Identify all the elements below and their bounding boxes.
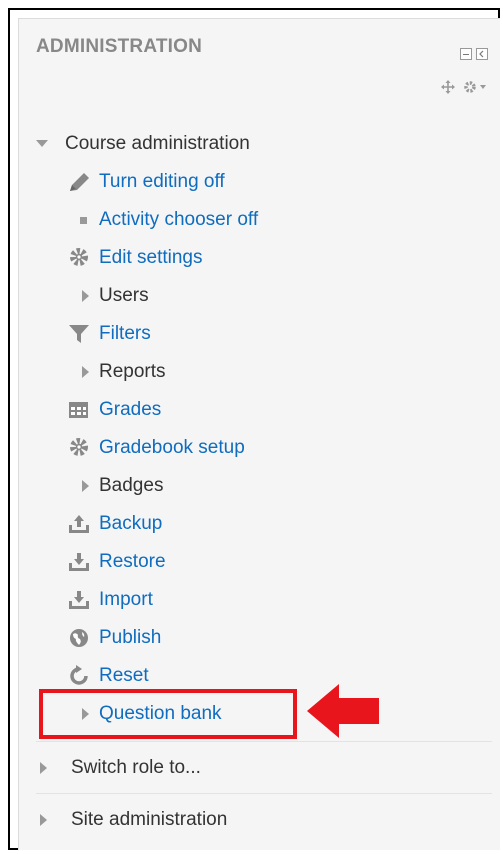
users-node[interactable]: Users bbox=[67, 283, 149, 309]
reset-link[interactable]: Reset bbox=[67, 663, 149, 689]
item-label: Publish bbox=[99, 627, 162, 648]
collapse-icon bbox=[36, 133, 52, 155]
course-admin-node[interactable]: Course administration bbox=[36, 131, 250, 157]
dock-block-icon[interactable] bbox=[476, 48, 488, 60]
reports-node[interactable]: Reports bbox=[67, 359, 166, 385]
item-label: Grades bbox=[99, 399, 162, 420]
gradebook-setup-link[interactable]: Gradebook setup bbox=[67, 435, 245, 461]
item-label: Badges bbox=[99, 475, 164, 496]
reset-icon bbox=[67, 665, 93, 687]
settings-menu-icon[interactable] bbox=[463, 80, 487, 99]
move-icon[interactable] bbox=[441, 80, 455, 99]
expand-icon bbox=[36, 757, 56, 779]
site-admin-node[interactable]: Site administration bbox=[36, 807, 227, 833]
divider bbox=[36, 793, 492, 794]
download-icon bbox=[67, 589, 93, 611]
badges-node[interactable]: Badges bbox=[67, 473, 163, 499]
table-icon bbox=[67, 399, 93, 421]
expand-icon bbox=[67, 361, 93, 383]
item-label: Import bbox=[99, 589, 153, 610]
course-admin-label: Course administration bbox=[65, 133, 250, 154]
download-icon bbox=[67, 551, 93, 573]
item-label: Reports bbox=[99, 361, 166, 382]
filters-link[interactable]: Filters bbox=[67, 321, 151, 347]
gear-icon bbox=[67, 437, 93, 459]
block-title: ADMINISTRATION bbox=[36, 36, 203, 57]
switch-role-label: Switch role to... bbox=[71, 757, 201, 778]
expand-icon bbox=[67, 475, 93, 497]
block-controls bbox=[460, 48, 488, 60]
switch-role-node[interactable]: Switch role to... bbox=[36, 755, 201, 781]
item-label: Edit settings bbox=[99, 247, 203, 268]
publish-link[interactable]: Publish bbox=[67, 625, 161, 651]
item-label: Activity chooser off bbox=[99, 209, 259, 230]
hide-block-icon[interactable] bbox=[460, 48, 472, 60]
restore-link[interactable]: Restore bbox=[67, 549, 166, 575]
highlight-box bbox=[39, 689, 297, 739]
site-admin-label: Site administration bbox=[71, 809, 228, 830]
divider bbox=[36, 741, 492, 742]
item-label: Gradebook setup bbox=[99, 437, 245, 458]
expand-icon bbox=[67, 285, 93, 307]
import-link[interactable]: Import bbox=[67, 587, 153, 613]
turn-editing-off-link[interactable]: Turn editing off bbox=[67, 169, 225, 195]
activity-chooser-link[interactable]: Activity chooser off bbox=[67, 207, 258, 233]
item-label: Users bbox=[99, 285, 149, 306]
item-label: Turn editing off bbox=[99, 171, 225, 192]
upload-icon bbox=[67, 513, 93, 535]
bullet-icon bbox=[67, 209, 93, 231]
backup-link[interactable]: Backup bbox=[67, 511, 162, 537]
edit-settings-link[interactable]: Edit settings bbox=[67, 245, 203, 271]
item-label: Reset bbox=[99, 665, 149, 686]
item-label: Filters bbox=[99, 323, 151, 344]
item-label: Backup bbox=[99, 513, 163, 534]
filter-icon bbox=[67, 323, 93, 345]
gear-icon bbox=[67, 247, 93, 269]
expand-icon bbox=[36, 809, 56, 831]
grades-link[interactable]: Grades bbox=[67, 397, 161, 423]
block-actions bbox=[441, 80, 487, 99]
item-label: Restore bbox=[99, 551, 166, 572]
pointer-arrow-icon bbox=[307, 684, 379, 738]
globe-icon bbox=[67, 627, 93, 649]
pencil-icon bbox=[67, 171, 93, 193]
